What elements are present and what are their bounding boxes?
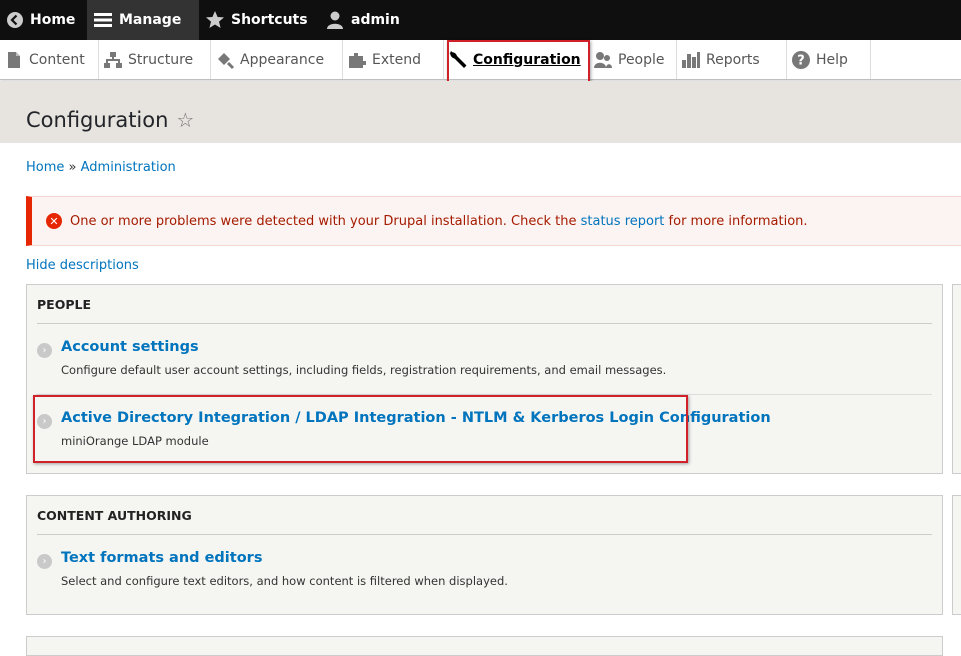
toolbar-user-label: admin [351, 12, 400, 28]
people-panel: PEOPLE › Account settings Configure defa… [26, 284, 943, 474]
tray-item-label: Help [816, 51, 848, 68]
tray-item-extend[interactable]: Extend [343, 40, 444, 79]
star-icon [205, 10, 225, 30]
tray-item-label: People [618, 51, 665, 68]
next-panel [26, 636, 943, 656]
item-description: Configure default user account settings,… [61, 363, 667, 377]
extend-icon [347, 50, 367, 70]
svg-text:?: ? [797, 53, 805, 68]
panel-heading: CONTENT AUTHORING [37, 508, 192, 523]
page-title-text: Configuration [26, 108, 169, 132]
toolbar-manage[interactable]: Manage [87, 0, 199, 40]
account-settings-link[interactable]: Account settings [61, 339, 199, 355]
hamburger-menu-icon [93, 10, 113, 30]
toolbar-user[interactable]: admin [319, 0, 412, 40]
chevron-right-icon: › [37, 343, 52, 358]
hide-descriptions-link[interactable]: Hide descriptions [26, 258, 139, 273]
tray-item-label: Structure [128, 51, 194, 68]
admin-tray: Content Structure Appearance Extend Conf… [0, 40, 961, 80]
tray-item-help[interactable]: ? Help [787, 40, 871, 79]
wrench-icon [448, 50, 468, 70]
list-item: › Account settings Configure default use… [37, 339, 932, 379]
back-arrow-icon [6, 10, 24, 30]
error-message: ✕ One or more problems were detected wit… [26, 196, 961, 246]
divider [37, 534, 932, 535]
tray-item-label: Reports [706, 51, 760, 68]
divider [37, 394, 932, 395]
status-report-link[interactable]: status report [581, 214, 665, 229]
breadcrumb: Home » Administration [26, 160, 176, 175]
tray-item-label: Extend [372, 51, 421, 68]
right-column-panel [952, 284, 961, 474]
list-item: › Active Directory Integration / LDAP In… [37, 410, 932, 450]
tray-item-configuration[interactable]: Configuration [444, 40, 589, 79]
error-message-text-after: for more information. [668, 213, 808, 229]
toolbar-shortcuts-label: Shortcuts [231, 12, 308, 28]
toolbar-home[interactable]: Home [0, 0, 87, 40]
breadcrumb-separator: » [68, 160, 77, 175]
item-description: Select and configure text editors, and h… [61, 574, 508, 588]
chevron-right-icon: › [37, 554, 52, 569]
appearance-icon [215, 50, 235, 70]
toolbar-manage-label: Manage [119, 12, 182, 28]
ldap-integration-link[interactable]: Active Directory Integration / LDAP Inte… [61, 410, 771, 426]
error-message-text: One or more problems were detected with … [70, 213, 577, 229]
breadcrumb-home-link[interactable]: Home [26, 160, 64, 175]
add-shortcut-star-icon[interactable]: ☆ [176, 108, 194, 132]
tray-item-label: Appearance [240, 51, 325, 68]
help-icon: ? [791, 50, 811, 70]
content-authoring-panel: CONTENT AUTHORING › Text formats and edi… [26, 495, 943, 615]
people-icon [593, 50, 613, 70]
structure-icon [103, 50, 123, 70]
list-item: › Text formats and editors Select and co… [37, 550, 932, 590]
chevron-right-icon: › [37, 414, 52, 429]
tray-item-reports[interactable]: Reports [677, 40, 787, 79]
tray-item-structure[interactable]: Structure [99, 40, 211, 79]
breadcrumb-administration-link[interactable]: Administration [81, 160, 176, 175]
tray-item-label: Configuration [473, 51, 581, 68]
tray-item-people[interactable]: People [589, 40, 677, 79]
divider [37, 323, 932, 324]
user-icon [325, 10, 345, 30]
text-formats-link[interactable]: Text formats and editors [61, 550, 262, 566]
right-column-panel [952, 495, 961, 615]
toolbar-shortcuts[interactable]: Shortcuts [199, 0, 319, 40]
item-description: miniOrange LDAP module [61, 434, 209, 448]
admin-toolbar: Home Manage Shortcuts admin [0, 0, 961, 40]
error-icon: ✕ [46, 213, 62, 229]
tray-item-label: Content [29, 51, 85, 68]
tray-item-content[interactable]: Content [0, 40, 99, 79]
page-title: Configuration ☆ [26, 108, 194, 132]
tray-item-appearance[interactable]: Appearance [211, 40, 343, 79]
content-icon [4, 50, 24, 70]
toolbar-home-label: Home [30, 12, 76, 28]
panel-heading: PEOPLE [37, 297, 91, 312]
reports-icon [681, 50, 701, 70]
